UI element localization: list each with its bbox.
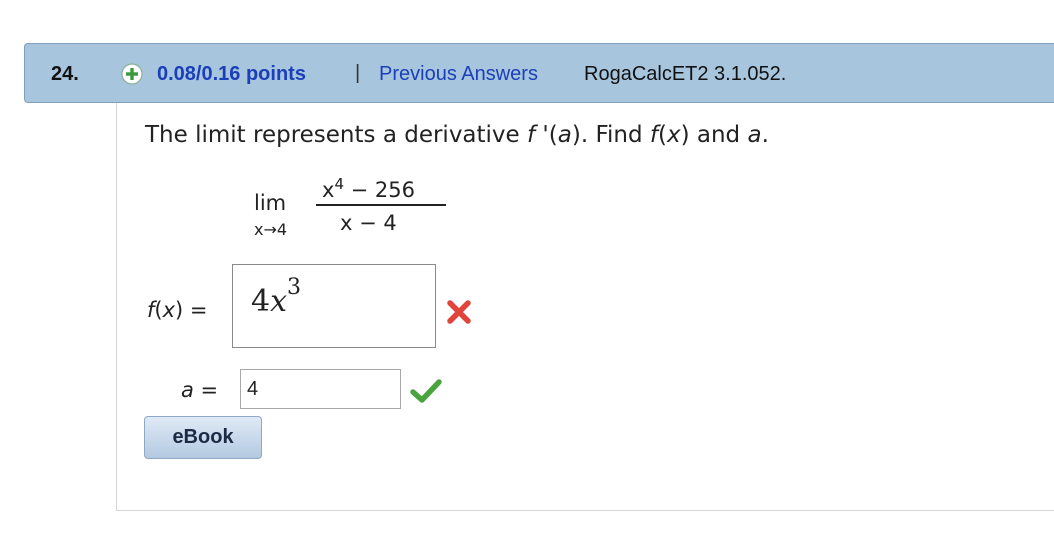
points-score: 0.08/0.16 points <box>157 63 306 85</box>
fx-label-paren: ) = <box>175 298 208 322</box>
numerator-exponent: 4 <box>334 175 344 193</box>
fx-exponent: 3 <box>287 275 302 300</box>
a-answer-input[interactable] <box>240 369 401 409</box>
fx-coefficient: 4 <box>251 284 271 319</box>
prompt-text: ( <box>657 122 667 148</box>
a-label: a = <box>181 378 218 402</box>
prompt-text: '( <box>535 122 558 148</box>
numerator-base: x <box>322 178 335 202</box>
question-prompt: The limit represents a derivative f '(a)… <box>145 122 769 148</box>
header-separator: | <box>355 62 361 84</box>
fraction-numerator: x4 − 256 <box>322 175 415 202</box>
fx-variable: x <box>270 284 288 319</box>
numerator-rest: − 256 <box>343 178 416 202</box>
limit-word: lim <box>254 191 287 215</box>
prompt-text: . <box>761 122 769 148</box>
limit-subscript: x→4 <box>254 220 288 239</box>
prompt-text: The limit represents a derivative <box>145 122 528 148</box>
fx-answer-value: 4x3 <box>251 275 301 319</box>
fx-label-x: x <box>162 298 176 322</box>
problem-reference: RogaCalcET2 3.1.052. <box>584 63 787 85</box>
fx-label: f(x) = <box>147 298 208 322</box>
prompt-var-f: f <box>527 122 536 148</box>
fraction-bar <box>316 204 446 206</box>
incorrect-x-icon <box>447 300 471 324</box>
prompt-var-f: f <box>649 122 658 148</box>
previous-answers-link[interactable]: Previous Answers <box>379 63 538 86</box>
question-header: 24. 0.08/0.16 points | Previous Answers … <box>24 43 1054 103</box>
a-label-var: a <box>181 378 194 402</box>
prompt-text: ) and <box>680 122 748 148</box>
a-label-eq: = <box>193 378 219 402</box>
plus-circle-icon[interactable] <box>121 63 143 85</box>
prompt-var-a: a <box>557 122 572 148</box>
fx-label-paren: ( <box>154 298 163 322</box>
fx-answer-field[interactable]: 4x3 <box>232 264 436 348</box>
ebook-button[interactable]: eBook <box>144 416 262 459</box>
limit-expression: lim x→4 x4 − 256 x − 4 <box>254 171 454 241</box>
fraction-denominator: x − 4 <box>340 211 397 235</box>
prompt-text: ). Find <box>571 122 650 148</box>
question-number: 24. <box>51 63 79 85</box>
prompt-var-x: x <box>666 122 681 148</box>
prompt-var-a: a <box>747 122 762 148</box>
correct-check-icon <box>410 379 442 403</box>
